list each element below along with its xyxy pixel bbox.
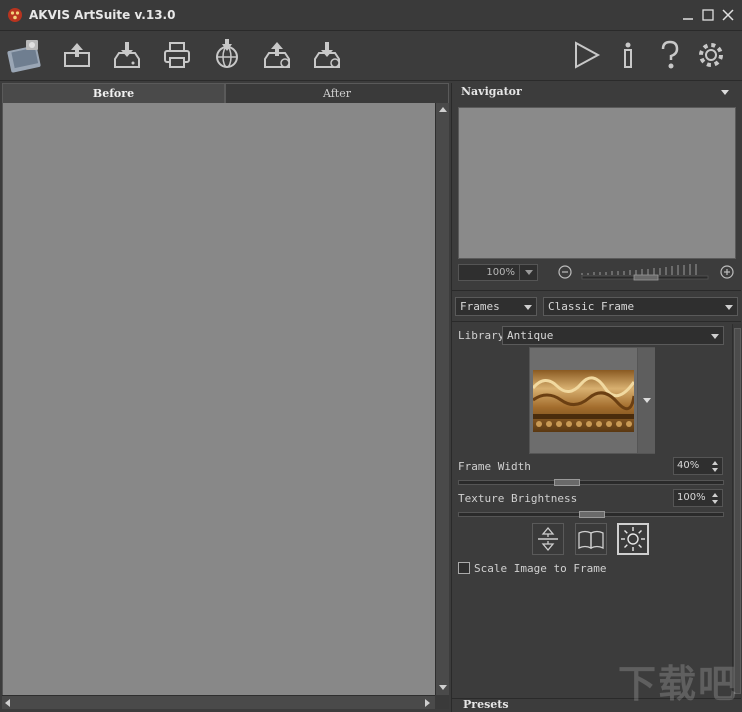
scroll-up-icon[interactable] [439, 107, 447, 112]
zoom-slider[interactable] [580, 261, 710, 281]
watermark: 下载吧 [617, 662, 738, 706]
batch-icon [264, 42, 290, 68]
zoom-field[interactable]: 100% [458, 264, 538, 281]
info-icon [624, 42, 632, 68]
frame-width-slider[interactable] [458, 480, 724, 485]
scale-image-label: Scale Image to Frame [474, 562, 607, 575]
texture-brightness-spinner[interactable]: 100% [673, 489, 723, 507]
run-button[interactable] [570, 39, 602, 71]
title-bar: AKVIS ArtSuite v.13.0 [0, 0, 742, 31]
spin-down-icon[interactable] [712, 500, 718, 504]
tab-after[interactable]: After [225, 83, 449, 103]
help-icon [661, 40, 679, 69]
image-workspace: Before After [2, 83, 449, 710]
presets-title: Presets [463, 698, 509, 711]
divider [452, 321, 741, 322]
settings-batch-icon [314, 42, 340, 68]
print-button[interactable] [161, 39, 193, 71]
view-tabs: Before After [2, 83, 449, 103]
effect-category-select[interactable]: Frames [455, 297, 537, 316]
image-canvas[interactable] [2, 103, 435, 695]
info-button[interactable] [612, 39, 644, 71]
minimize-icon[interactable] [681, 8, 695, 22]
library-label: Library [458, 329, 505, 342]
settings-scrollbar[interactable] [732, 324, 742, 698]
save-button[interactable] [111, 39, 143, 71]
frame-width-value: 40% [677, 460, 700, 471]
texture-brightness-value: 100% [677, 492, 706, 503]
share-icon [216, 39, 238, 68]
scrollbar-thumb[interactable] [734, 328, 741, 694]
run-icon [575, 41, 601, 69]
home-button[interactable] [6, 36, 46, 74]
horizontal-scrollbar[interactable] [2, 695, 435, 709]
open-button[interactable] [61, 39, 93, 71]
zoom-in-icon[interactable] [720, 265, 734, 279]
save-icon [114, 42, 140, 68]
spin-down-icon[interactable] [712, 468, 718, 472]
frame-thumbnail-picker[interactable] [529, 347, 655, 454]
scroll-corner [435, 695, 449, 709]
maximize-icon[interactable] [701, 8, 715, 22]
print-icon [164, 42, 190, 68]
zoom-out-icon[interactable] [558, 265, 572, 279]
sun-icon [621, 527, 645, 551]
close-icon[interactable] [721, 8, 735, 22]
effect-category-value: Frames [460, 300, 500, 313]
zoom-dropdown-icon[interactable] [519, 265, 537, 280]
batch-button[interactable] [261, 39, 293, 71]
frame-width-label: Frame Width [458, 460, 531, 473]
chevron-down-icon [725, 305, 733, 310]
frame-type-value: Classic Frame [548, 300, 635, 313]
book-flip-icon [578, 530, 604, 550]
home-icon [7, 40, 41, 73]
open-icon [64, 43, 90, 67]
help-button[interactable] [654, 39, 686, 71]
divider [452, 290, 741, 291]
navigator-preview[interactable] [458, 107, 736, 259]
app-logo-icon [8, 8, 22, 22]
navigator-title: Navigator [461, 85, 522, 98]
frame-thumbnail [533, 370, 634, 432]
batch-settings-button[interactable] [311, 39, 343, 71]
scroll-left-icon[interactable] [5, 699, 10, 707]
lighting-button[interactable] [617, 523, 649, 555]
thumbnail-dropdown-icon[interactable] [643, 398, 651, 403]
chevron-down-icon [711, 334, 719, 339]
library-select[interactable]: Antique [502, 326, 724, 345]
zoom-value: 100% [486, 267, 515, 278]
main-toolbar [0, 31, 742, 81]
scroll-right-icon[interactable] [425, 699, 430, 707]
scroll-down-icon[interactable] [439, 685, 447, 690]
tab-before[interactable]: Before [2, 83, 225, 103]
frame-width-spinner[interactable]: 40% [673, 457, 723, 475]
gear-icon [699, 43, 723, 67]
settings-panel: Navigator 100% Frames Classic Frame Libr… [451, 83, 742, 712]
texture-brightness-slider-thumb[interactable] [579, 511, 605, 518]
collapse-icon[interactable] [721, 90, 729, 95]
frame-width-slider-thumb[interactable] [554, 479, 580, 486]
library-value: Antique [507, 329, 554, 342]
flip-vertical-icon [538, 526, 558, 552]
vertical-scrollbar[interactable] [435, 103, 449, 695]
spin-up-icon[interactable] [712, 461, 718, 465]
texture-brightness-label: Texture Brightness [458, 492, 578, 505]
spin-up-icon[interactable] [712, 493, 718, 497]
share-button[interactable] [211, 39, 243, 71]
frame-type-select[interactable]: Classic Frame [543, 297, 738, 316]
settings-button[interactable] [695, 39, 727, 71]
window-title: AKVIS ArtSuite v.13.0 [29, 8, 176, 22]
flip-horizontal-button[interactable] [575, 523, 607, 555]
scale-image-checkbox[interactable] [458, 562, 470, 574]
navigator-header[interactable]: Navigator [452, 83, 741, 101]
flip-vertical-button[interactable] [532, 523, 564, 555]
chevron-down-icon [524, 305, 532, 310]
